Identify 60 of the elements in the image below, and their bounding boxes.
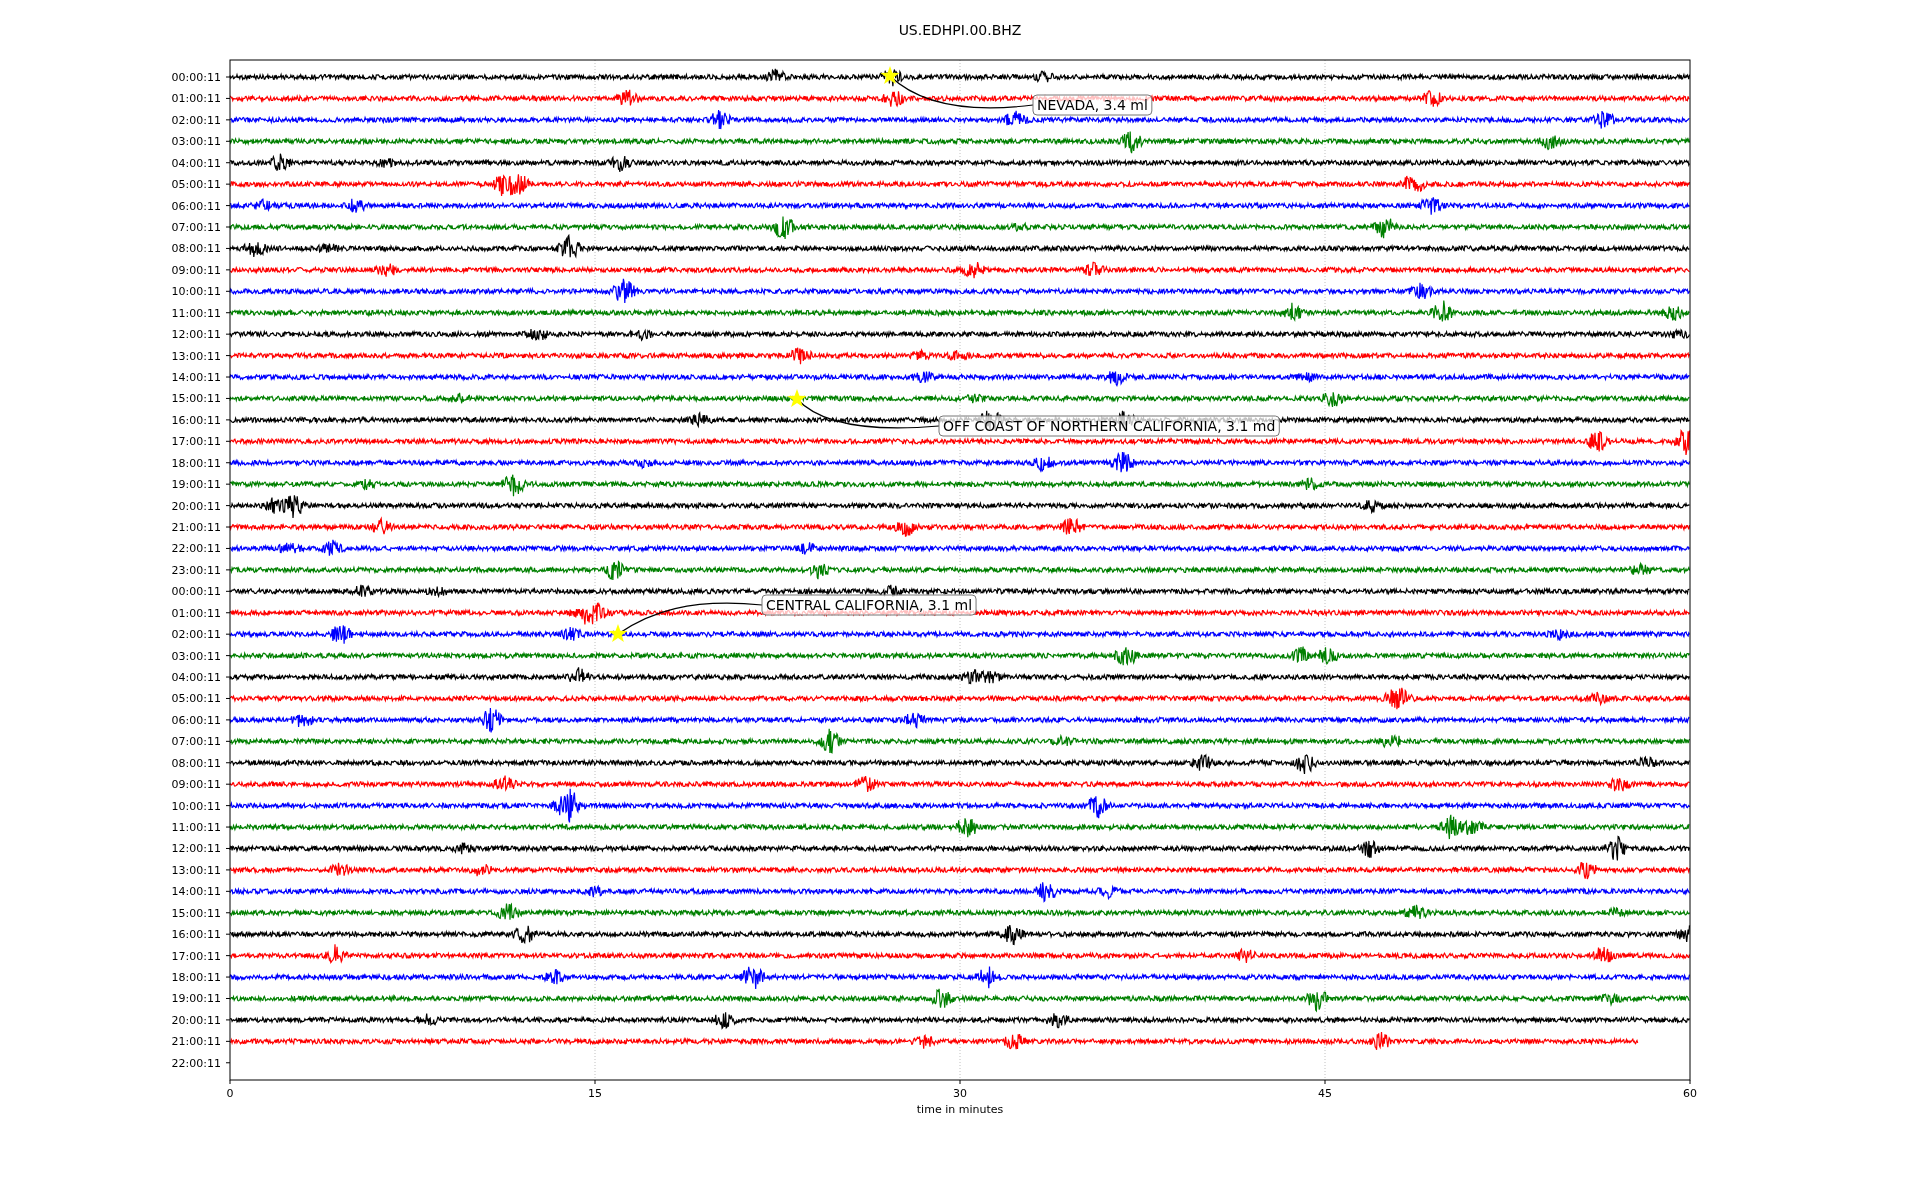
row-time-label: 07:00:11 [171,221,221,234]
annotation-label: CENTRAL CALIFORNIA, 3.1 ml [761,594,977,616]
x-tick-label: 15 [588,1087,602,1100]
row-time-label: 12:00:11 [171,328,221,342]
row-time-label: 11:00:11 [171,821,221,835]
row-time-label: 22:00:11 [171,542,221,556]
row-time-label: 03:00:11 [171,135,221,149]
row-time-label: 11:00:11 [171,306,221,320]
row-time-label: 16:00:11 [171,928,221,942]
row-time-label: 13:00:11 [171,349,221,363]
star-icon [787,389,807,408]
x-tick-label: 30 [953,1087,967,1100]
row-time-label: 13:00:11 [171,863,221,877]
row-time-label: 14:00:11 [171,371,221,384]
row-time-label: 04:00:11 [171,671,221,685]
row-time-label: 05:00:11 [171,692,221,706]
row-time-label: 03:00:11 [171,649,221,663]
row-time-label: 20:00:11 [171,499,221,513]
row-time-label: 18:00:11 [171,456,221,470]
row-time-label: 08:00:11 [171,242,221,256]
row-time-label: 10:00:11 [171,285,221,299]
row-time-label: 15:00:11 [171,906,221,920]
row-time-label: 21:00:11 [171,521,221,535]
row-time-label: 17:00:11 [171,949,221,963]
row-time-label: 15:00:11 [171,392,221,406]
row-time-label: 23:00:11 [171,563,221,577]
x-tick-label: 60 [1683,1087,1697,1100]
row-time-label: 10:00:11 [171,799,221,813]
row-time-label: 02:00:11 [171,628,221,642]
row-time-label: 14:00:11 [171,885,221,899]
row-time-label: 20:00:11 [171,1013,221,1027]
annotation-label: NEVADA, 3.4 ml [1032,94,1153,116]
row-time-label: 02:00:11 [171,113,221,127]
annotation-label: OFF COAST OF NORTHERN CALIFORNIA, 3.1 md [938,415,1280,437]
row-time-label: 09:00:11 [171,778,221,792]
row-time-label: 00:00:11 [171,71,221,84]
row-time-label: 18:00:11 [171,971,221,985]
row-time-label: 17:00:11 [171,435,221,449]
row-time-label: 19:00:11 [171,478,221,492]
row-time-label: 06:00:11 [171,199,221,213]
row-time-label: 00:00:11 [171,585,221,599]
row-time-label: 12:00:11 [171,842,221,856]
row-time-label: 04:00:11 [171,156,221,170]
x-tick-label: 45 [1318,1087,1332,1100]
star-icon [608,624,628,643]
row-time-label: 06:00:11 [171,713,221,727]
x-axis-label: time in minutes [916,1103,1004,1116]
row-time-label: 01:00:11 [171,606,221,620]
row-time-label: 21:00:11 [171,1035,221,1049]
row-time-label: 01:00:11 [171,92,221,106]
star-icon [880,66,900,85]
row-time-label: 16:00:11 [171,413,221,427]
row-time-label: 05:00:11 [171,178,221,192]
row-time-label: 22:00:11 [171,1056,221,1070]
x-tick-label: 0 [226,1087,234,1100]
plot-title: US.EDHPI.00.BHZ [898,22,1022,38]
row-time-label: 07:00:11 [171,735,221,749]
row-time-label: 09:00:11 [171,263,221,277]
row-time-label: 19:00:11 [171,992,221,1006]
row-time-label: 08:00:11 [171,756,221,770]
